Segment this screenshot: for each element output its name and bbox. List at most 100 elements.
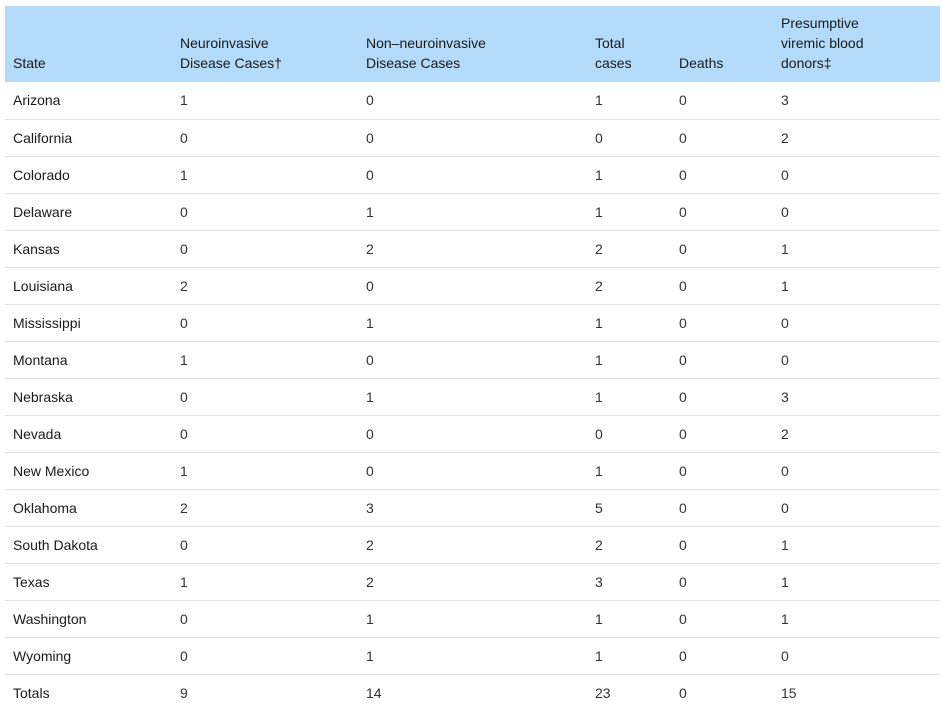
cell-total-cases: 1 <box>595 351 603 368</box>
cell-deaths: 0 <box>679 277 687 294</box>
header-total-cases-label: Total cases <box>595 35 632 71</box>
cell-non-neuroinvasive: 1 <box>366 314 374 331</box>
cell-neuroinvasive: 1 <box>180 166 188 183</box>
cell-blood-donors: 0 <box>781 462 789 479</box>
cell-deaths: 0 <box>679 351 687 368</box>
cell-blood-donors: 3 <box>781 388 789 405</box>
cell-total-cases: 1 <box>595 92 603 109</box>
header-non-neuroinvasive-label: Non–neuroinvasive Disease Cases <box>366 35 486 71</box>
table-row: Colorado 1 0 1 0 0 <box>5 156 940 193</box>
cell-neuroinvasive: 0 <box>180 203 188 220</box>
table-header: State Neuroinvasive Disease Cases† Non–n… <box>5 6 940 82</box>
table-row: Wyoming 0 1 1 0 0 <box>5 637 940 674</box>
cell-blood-donors: 15 <box>781 684 797 701</box>
cell-state: California <box>13 129 73 146</box>
cell-state: Wyoming <box>13 647 72 664</box>
cell-non-neuroinvasive: 3 <box>366 499 374 516</box>
cell-deaths: 0 <box>679 499 687 516</box>
cell-neuroinvasive: 1 <box>180 462 188 479</box>
cell-blood-donors: 0 <box>781 166 789 183</box>
totals-row: Totals 9 14 23 0 15 <box>5 674 940 711</box>
cell-non-neuroinvasive: 2 <box>366 573 374 590</box>
cell-total-cases: 1 <box>595 388 603 405</box>
header-state: State <box>13 55 46 71</box>
table-row: Texas 1 2 3 0 1 <box>5 563 940 600</box>
cell-state: Mississippi <box>13 314 81 331</box>
cell-state: Totals <box>13 684 50 701</box>
cell-neuroinvasive: 1 <box>180 573 188 590</box>
cell-total-cases: 5 <box>595 499 603 516</box>
cell-non-neuroinvasive: 0 <box>366 462 374 479</box>
cell-non-neuroinvasive: 0 <box>366 351 374 368</box>
cell-neuroinvasive: 1 <box>180 92 188 109</box>
cell-state: Montana <box>13 351 68 368</box>
cell-blood-donors: 0 <box>781 351 789 368</box>
cell-blood-donors: 2 <box>781 129 789 146</box>
cell-neuroinvasive: 9 <box>180 684 188 701</box>
cell-non-neuroinvasive: 0 <box>366 166 374 183</box>
header-total-cases: Total cases <box>587 6 671 82</box>
cell-state: Louisiana <box>13 277 73 294</box>
table-row: Montana 1 0 1 0 0 <box>5 341 940 378</box>
cell-non-neuroinvasive: 2 <box>366 536 374 553</box>
cell-non-neuroinvasive: 2 <box>366 240 374 257</box>
table-row: Nebraska 0 1 1 0 3 <box>5 378 940 415</box>
table-row: Delaware 0 1 1 0 0 <box>5 193 940 230</box>
table-row: Nevada 0 0 0 0 2 <box>5 415 940 452</box>
cell-non-neuroinvasive: 0 <box>366 277 374 294</box>
cell-total-cases: 1 <box>595 314 603 331</box>
cell-non-neuroinvasive: 0 <box>366 92 374 109</box>
cell-total-cases: 0 <box>595 425 603 442</box>
cell-deaths: 0 <box>679 610 687 627</box>
cell-blood-donors: 1 <box>781 240 789 257</box>
header-deaths: Deaths <box>679 55 724 71</box>
cell-total-cases: 1 <box>595 166 603 183</box>
header-blood-donors: Presumptive viremic blood donors‡ <box>773 6 940 82</box>
cell-total-cases: 1 <box>595 610 603 627</box>
cell-blood-donors: 1 <box>781 610 789 627</box>
cell-blood-donors: 1 <box>781 573 789 590</box>
cell-blood-donors: 0 <box>781 203 789 220</box>
header-neuroinvasive: Neuroinvasive Disease Cases† <box>172 6 358 82</box>
table-row: South Dakota 0 2 2 0 1 <box>5 526 940 563</box>
cell-blood-donors: 0 <box>781 647 789 664</box>
cell-deaths: 0 <box>679 203 687 220</box>
table-row: New Mexico 1 0 1 0 0 <box>5 452 940 489</box>
header-neuroinvasive-label: Neuroinvasive Disease Cases† <box>180 35 282 71</box>
cell-total-cases: 2 <box>595 536 603 553</box>
cell-non-neuroinvasive: 0 <box>366 425 374 442</box>
cell-total-cases: 3 <box>595 573 603 590</box>
cell-neuroinvasive: 0 <box>180 536 188 553</box>
cell-state: Washington <box>13 610 87 627</box>
cell-state: Nebraska <box>13 388 73 405</box>
cell-non-neuroinvasive: 0 <box>366 129 374 146</box>
cell-neuroinvasive: 0 <box>180 240 188 257</box>
cell-blood-donors: 0 <box>781 314 789 331</box>
cases-table-container: State Neuroinvasive Disease Cases† Non–n… <box>5 6 940 711</box>
cell-deaths: 0 <box>679 92 687 109</box>
cell-state: Oklahoma <box>13 499 77 516</box>
table-row: Oklahoma 2 3 5 0 0 <box>5 489 940 526</box>
cell-total-cases: 1 <box>595 203 603 220</box>
cell-blood-donors: 2 <box>781 425 789 442</box>
cell-non-neuroinvasive: 1 <box>366 647 374 664</box>
cell-non-neuroinvasive: 1 <box>366 610 374 627</box>
cell-neuroinvasive: 0 <box>180 314 188 331</box>
cell-neuroinvasive: 2 <box>180 277 188 294</box>
cell-deaths: 0 <box>679 462 687 479</box>
cell-neuroinvasive: 1 <box>180 351 188 368</box>
cell-blood-donors: 3 <box>781 92 789 109</box>
cell-non-neuroinvasive: 14 <box>366 684 382 701</box>
table-row: Arizona 1 0 1 0 3 <box>5 82 940 119</box>
cell-state: Delaware <box>13 203 73 220</box>
cell-deaths: 0 <box>679 240 687 257</box>
cell-neuroinvasive: 0 <box>180 647 188 664</box>
cell-total-cases: 1 <box>595 462 603 479</box>
cell-deaths: 0 <box>679 647 687 664</box>
cell-state: Texas <box>13 573 50 590</box>
header-non-neuroinvasive: Non–neuroinvasive Disease Cases <box>358 6 587 82</box>
cell-neuroinvasive: 2 <box>180 499 188 516</box>
cell-blood-donors: 1 <box>781 536 789 553</box>
cell-non-neuroinvasive: 1 <box>366 203 374 220</box>
cell-state: Kansas <box>13 240 60 257</box>
